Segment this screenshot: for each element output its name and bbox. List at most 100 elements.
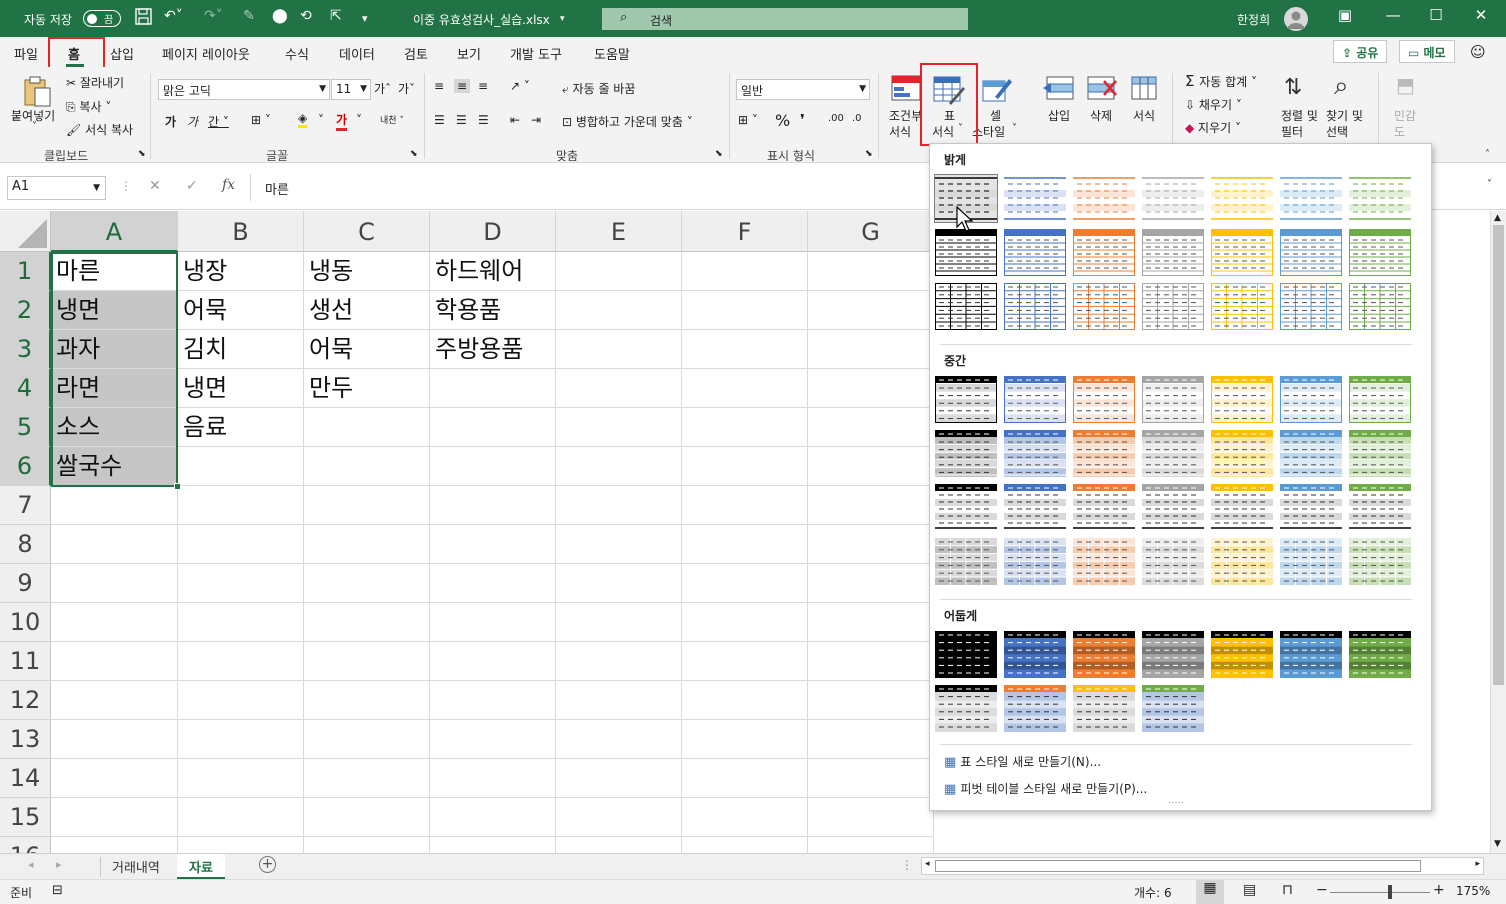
table-style-swatch[interactable]: [1142, 283, 1204, 330]
table-style-swatch[interactable]: [935, 484, 997, 531]
avatar[interactable]: [1284, 7, 1308, 31]
qat-customize-icon[interactable]: ▾: [362, 12, 368, 25]
cell-b14[interactable]: [178, 759, 304, 798]
cell-e11[interactable]: [556, 642, 682, 681]
page-break-view-icon[interactable]: ⊓: [1282, 882, 1293, 898]
row-header-3[interactable]: 3: [0, 330, 51, 369]
table-style-swatch[interactable]: [1349, 484, 1411, 531]
row-header-16[interactable]: 16: [0, 837, 51, 853]
cell-e14[interactable]: [556, 759, 682, 798]
cell-e16[interactable]: [556, 837, 682, 853]
redo-icon[interactable]: ↷˅: [204, 8, 223, 24]
align-bottom-icon[interactable]: ≡: [478, 79, 488, 93]
cell-a15[interactable]: [51, 798, 178, 837]
cell-g13[interactable]: [808, 720, 934, 759]
file-name[interactable]: 이중 유효성검사_실습.xlsx: [413, 11, 550, 28]
tab-help[interactable]: 도움말: [594, 44, 630, 63]
cell-f3[interactable]: [682, 330, 808, 369]
cut-button[interactable]: ✂ 잘라내기: [66, 74, 124, 91]
scroll-thumb[interactable]: [1493, 225, 1504, 685]
conditional-format-button[interactable]: 조건부: [889, 107, 922, 124]
table-style-swatch[interactable]: [1142, 430, 1204, 477]
table-style-swatch[interactable]: [1280, 283, 1342, 330]
touch-mode-icon[interactable]: ⟲: [300, 8, 312, 24]
cell-f5[interactable]: [682, 408, 808, 447]
cell-d2[interactable]: 학용품: [430, 291, 556, 330]
cell-f16[interactable]: [682, 837, 808, 853]
merge-center-button[interactable]: ⊡ 병합하고 가운데 맞춤 ˅: [562, 113, 693, 130]
confirm-entry-icon[interactable]: ✓: [186, 178, 198, 194]
cell-e6[interactable]: [556, 447, 682, 486]
cell-d13[interactable]: [430, 720, 556, 759]
clear-button[interactable]: ◆ 지우기 ˅: [1185, 119, 1241, 136]
tab-developer[interactable]: 개발 도구: [510, 44, 562, 63]
cell-d8[interactable]: [430, 525, 556, 564]
user-name[interactable]: 한정희: [1237, 11, 1270, 28]
number-format-dropdown[interactable]: 일반 ▼: [736, 79, 870, 100]
cell-c12[interactable]: [304, 681, 430, 720]
tab-page-layout[interactable]: 페이지 레이아웃: [162, 44, 250, 63]
cell-a11[interactable]: [51, 642, 178, 681]
row-header-13[interactable]: 13: [0, 720, 51, 759]
tab-data[interactable]: 데이터: [339, 44, 375, 63]
percent-icon[interactable]: %: [775, 111, 790, 130]
cell-b8[interactable]: [178, 525, 304, 564]
scroll-down-icon[interactable]: ▼: [1494, 839, 1501, 849]
table-style-swatch[interactable]: [1211, 376, 1273, 423]
sensitivity-icon[interactable]: ⬒: [1396, 73, 1415, 97]
font-color-icon[interactable]: 가: [336, 111, 348, 131]
cell-a7[interactable]: [51, 486, 178, 525]
table-style-swatch[interactable]: [1073, 175, 1135, 222]
smiley-icon[interactable]: ☺: [1470, 43, 1486, 61]
cell-g4[interactable]: [808, 369, 934, 408]
table-style-swatch[interactable]: [1142, 538, 1204, 585]
number-launcher-icon[interactable]: ⬊: [865, 149, 873, 159]
column-header-g[interactable]: G: [808, 211, 934, 252]
cell-a16[interactable]: [51, 837, 178, 853]
table-style-swatch[interactable]: [1211, 283, 1273, 330]
table-style-swatch[interactable]: [1004, 376, 1066, 423]
cell-e15[interactable]: [556, 798, 682, 837]
cell-a13[interactable]: [51, 720, 178, 759]
table-style-swatch[interactable]: [1349, 175, 1411, 222]
cell-c4[interactable]: 만두: [304, 369, 430, 408]
wrap-text-button[interactable]: ⤶ 자동 줄 바꿈: [562, 80, 635, 97]
table-style-swatch[interactable]: [1073, 283, 1135, 330]
cell-d4[interactable]: [430, 369, 556, 408]
indent-decrease-icon[interactable]: ⇤: [510, 113, 520, 127]
cell-c10[interactable]: [304, 603, 430, 642]
cell-e9[interactable]: [556, 564, 682, 603]
cell-f7[interactable]: [682, 486, 808, 525]
fill-color-icon[interactable]: ◈: [298, 111, 308, 128]
table-style-swatch[interactable]: [1280, 631, 1342, 678]
align-top-icon[interactable]: ≡: [434, 79, 444, 93]
find-select-button[interactable]: 찾기 및: [1326, 107, 1363, 124]
table-style-swatch[interactable]: [1004, 484, 1066, 531]
tab-file[interactable]: 파일: [14, 44, 38, 63]
row-header-14[interactable]: 14: [0, 759, 51, 798]
expand-formula-bar-icon[interactable]: ˅: [1487, 179, 1492, 190]
cell-styles-button[interactable]: 셀: [990, 107, 1001, 124]
table-style-swatch[interactable]: [1004, 283, 1066, 330]
cell-g1[interactable]: [808, 252, 934, 291]
delete-button[interactable]: 삭제: [1090, 107, 1112, 124]
table-style-swatch[interactable]: [1004, 229, 1066, 276]
cell-g10[interactable]: [808, 603, 934, 642]
normal-view-icon[interactable]: ▦: [1196, 880, 1224, 904]
autosum-button[interactable]: Σ 자동 합계 ˅: [1185, 72, 1257, 90]
italic-icon[interactable]: 가: [187, 113, 198, 130]
font-shrink-icon[interactable]: 가ˇ: [398, 80, 415, 97]
cell-c7[interactable]: [304, 486, 430, 525]
cell-a8[interactable]: [51, 525, 178, 564]
sheet-tab-transactions[interactable]: 거래내역: [100, 854, 172, 879]
filename-chevron-icon[interactable]: ▾: [560, 14, 565, 24]
table-style-swatch[interactable]: [1142, 685, 1204, 732]
vertical-scrollbar[interactable]: ▲ ▼: [1490, 211, 1506, 853]
save-icon[interactable]: [135, 8, 152, 29]
maximize-icon[interactable]: ☐: [1421, 6, 1451, 24]
table-style-swatch[interactable]: [1211, 538, 1273, 585]
add-sheet-icon[interactable]: +: [259, 856, 276, 873]
column-header-c[interactable]: C: [304, 211, 430, 252]
sheet-tab-data[interactable]: 자료: [177, 854, 225, 879]
cell-d12[interactable]: [430, 681, 556, 720]
